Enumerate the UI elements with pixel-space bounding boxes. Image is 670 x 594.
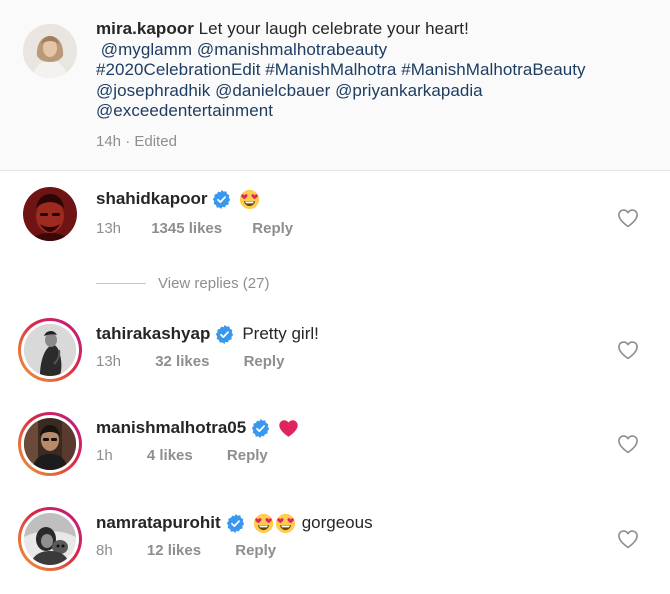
heart-outline-icon[interactable] [617,340,639,360]
comment: shahidkapoor 13h 1345 likes Reply [0,182,670,262]
heart-eyes-emoji-icon [239,189,260,210]
heart-outline-icon[interactable] [617,434,639,454]
view-replies-button[interactable]: View replies (27) [96,273,269,293]
comment-actions: 13h 1345 likes Reply [96,220,293,237]
caption-body: mira.kapoor Let your laugh celebrate you… [96,19,656,122]
comment-timestamp: 13h [96,220,122,237]
edited-label: Edited [134,133,177,150]
comment-actions: 13h 32 likes Reply [96,353,284,370]
comment: manishmalhotra05 1h 4 likes Reply [0,412,670,492]
meta-separator: · [125,133,131,150]
comment-timestamp: 1h [96,447,113,464]
caption-meta: 14h · Edited [96,133,177,150]
avatar[interactable] [18,507,82,571]
comment-line: tahirakashyap Pretty girl! [96,323,319,345]
likes-count[interactable]: 12 likes [147,542,201,559]
caption-username[interactable]: mira.kapoor [96,19,194,38]
verified-badge-icon [212,190,231,209]
comment-line: namratapurohit gorgeous [96,512,373,534]
avatar[interactable] [18,412,82,476]
caption-mentions[interactable]: @josephradhik @danielcbauer @priyankarka… [96,81,483,100]
likes-count[interactable]: 32 likes [155,353,209,370]
heart-outline-icon[interactable] [617,208,639,228]
avatar-image [24,324,76,376]
comment-actions: 8h 12 likes Reply [96,542,276,559]
comment-username[interactable]: tahirakashyap [96,324,210,344]
likes-count[interactable]: 4 likes [147,447,193,464]
likes-count[interactable]: 1345 likes [151,220,222,237]
avatar-border [21,510,79,568]
heart-eyes-emoji-icon [275,513,296,534]
heart-outline-icon[interactable] [617,529,639,549]
heart-eyes-emoji-icon [253,513,274,534]
comment: tahirakashyap Pretty girl! 13h 32 likes … [0,318,670,398]
caption-mentions[interactable]: @myglamm @manishmalhotrabeauty [101,40,387,59]
comment: namratapurohit gorgeous 8h 12 likes Repl… [0,507,670,587]
comment-username[interactable]: namratapurohit [96,513,221,533]
avatar-image [24,513,76,565]
verified-badge-icon [251,419,270,438]
comment-username[interactable]: manishmalhotra05 [96,418,246,438]
verified-badge-icon [215,325,234,344]
view-replies-label[interactable]: View replies (27) [158,275,269,292]
caption-text: Let your laugh celebrate your heart! [198,19,469,38]
reply-button[interactable]: Reply [235,542,276,559]
comment-username[interactable]: shahidkapoor [96,189,207,209]
comment-line: shahidkapoor [96,189,260,209]
caption-timestamp: 14h [96,133,122,150]
comment-text: gorgeous [301,513,373,532]
avatar-image [24,418,76,470]
reply-button[interactable]: Reply [252,220,293,237]
comment-timestamp: 8h [96,542,113,559]
caption-mentions[interactable]: @exceedentertainment [96,101,273,120]
verified-badge-icon [226,514,245,533]
avatar[interactable] [18,318,82,382]
caption-hashtags[interactable]: #2020CelebrationEdit #ManishMalhotra #Ma… [96,60,586,79]
comment-actions: 1h 4 likes Reply [96,447,268,464]
comment-text: Pretty girl! [242,324,319,343]
reply-button[interactable]: Reply [244,353,285,370]
comment-timestamp: 13h [96,353,122,370]
post-caption: mira.kapoor Let your laugh celebrate you… [0,0,670,171]
divider [96,282,146,284]
avatar[interactable] [23,24,77,78]
avatar-border [21,415,79,473]
avatar[interactable] [18,182,82,246]
reply-button[interactable]: Reply [227,447,268,464]
comment-line: manishmalhotra05 [96,417,299,439]
avatar-border [21,321,79,379]
red-heart-emoji-icon [278,418,299,439]
